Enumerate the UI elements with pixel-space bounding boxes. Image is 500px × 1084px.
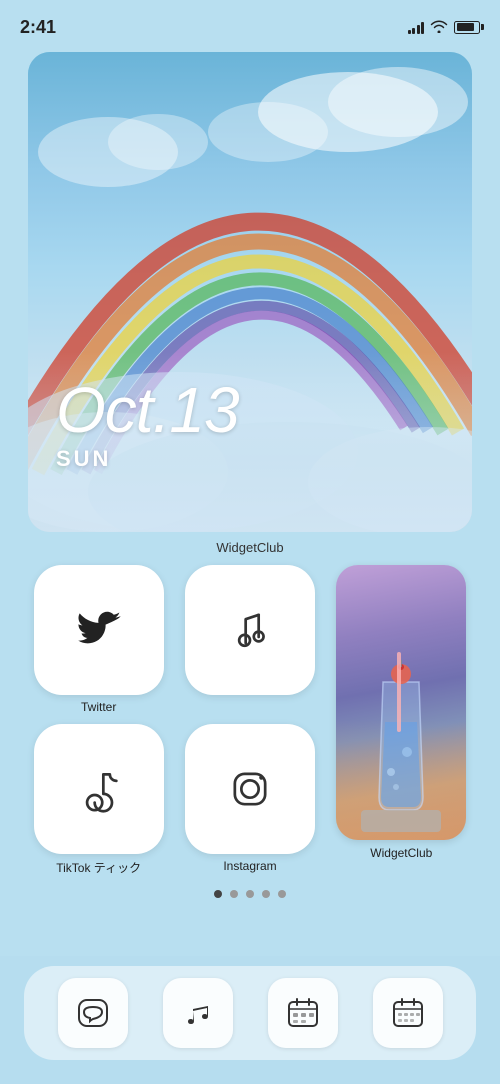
line-icon: [75, 995, 111, 1031]
tiktok-app[interactable]: TikTok ティック: [28, 724, 169, 876]
main-content: Oct.13 SUN WidgetClub Twitter: [0, 44, 500, 898]
widgetclub-photo[interactable]: [336, 565, 466, 840]
twitter-icon: [73, 604, 125, 656]
calendar-widget[interactable]: Oct.13 SUN: [28, 52, 472, 532]
calendar-app-1[interactable]: [268, 978, 338, 1048]
status-icons: [408, 19, 481, 36]
instagram-icon: [224, 763, 276, 815]
wifi-icon: [430, 19, 448, 36]
music-app-dock[interactable]: [163, 978, 233, 1048]
status-time: 2:41: [20, 17, 56, 38]
calendar-icon-1: [285, 995, 321, 1031]
signal-icon: [408, 20, 425, 34]
date-day: SUN: [56, 446, 239, 472]
twitter-app[interactable]: Twitter: [28, 565, 169, 714]
music-icon-bg-1[interactable]: [185, 565, 315, 695]
date-display: Oct.13 SUN: [56, 378, 239, 472]
dock-inner: [24, 966, 476, 1060]
drink-illustration: [361, 632, 441, 832]
twitter-icon-bg[interactable]: [34, 565, 164, 695]
calendar-icon-2: [390, 995, 426, 1031]
dock: [0, 956, 500, 1084]
twitter-label: Twitter: [81, 700, 116, 714]
battery-icon: [454, 21, 480, 34]
dot-1: [214, 890, 222, 898]
instagram-icon-bg[interactable]: [185, 724, 315, 854]
line-app[interactable]: [58, 978, 128, 1048]
calendar-app-2[interactable]: [373, 978, 443, 1048]
music-notes-icon: [180, 995, 216, 1031]
dot-5: [278, 890, 286, 898]
widgetclub-large-label: WidgetClub: [370, 846, 432, 860]
dot-4: [262, 890, 270, 898]
dot-2: [230, 890, 238, 898]
date-main: Oct.13: [56, 378, 239, 442]
music-app-1[interactable]: [179, 565, 320, 714]
tiktok-icon: [73, 763, 125, 815]
calendar-widget-label: WidgetClub: [28, 540, 472, 555]
instagram-app[interactable]: Instagram: [179, 724, 320, 876]
page-dots: [28, 890, 472, 898]
widgetclub-widget[interactable]: WidgetClub: [331, 565, 472, 876]
tiktok-icon-bg[interactable]: [34, 724, 164, 854]
status-bar: 2:41: [0, 0, 500, 44]
music-note-icon: [224, 604, 276, 656]
app-grid: Twitter: [28, 565, 472, 876]
tiktok-label: TikTok ティック: [56, 859, 141, 876]
dot-3: [246, 890, 254, 898]
instagram-label: Instagram: [223, 859, 276, 873]
